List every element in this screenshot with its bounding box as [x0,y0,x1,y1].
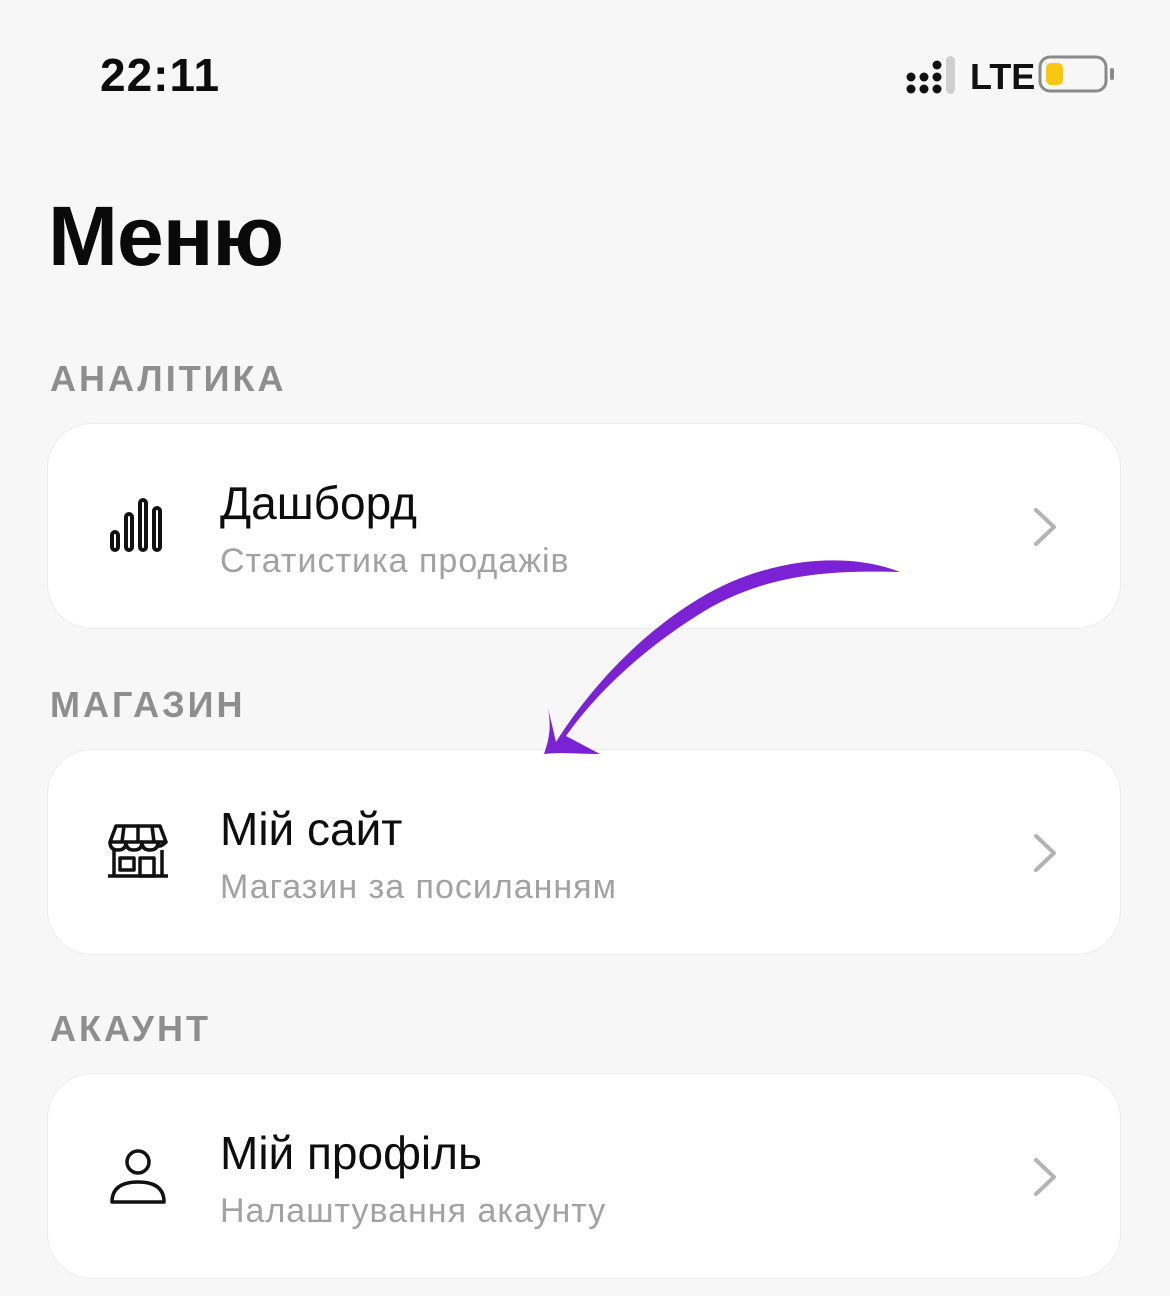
chevron-right-icon [1034,508,1056,546]
menu-item-my-profile[interactable]: Мій профіль Налаштування акаунту [48,1074,1120,1278]
section-header-account: АКАУНТ [50,1008,211,1049]
chevron-right-icon [1034,834,1056,872]
section-header-analytics: АНАЛІТИКА [50,358,287,399]
chevron-right-icon [1034,1158,1056,1196]
menu-item-my-site[interactable]: Мій сайт Магазин за посиланням [48,750,1120,954]
battery-icon [1038,55,1114,93]
menu-item-subtitle: Статистика продажів [220,542,570,580]
menu-item-subtitle: Налаштування акаунту [220,1192,607,1230]
menu-item-subtitle: Магазин за посиланням [220,868,617,906]
menu-item-title: Дашборд [220,477,417,529]
user-icon [110,1149,166,1204]
bar-chart-icon [110,498,162,552]
menu-item-title: Мій сайт [220,803,403,855]
network-label: LTE [970,56,1036,97]
menu-item-title: Мій профіль [220,1127,482,1179]
signal-icon [906,56,955,94]
status-time: 22:11 [100,49,221,101]
status-bar: 22:11 LTE [0,0,1170,140]
page-title: Меню [48,189,284,283]
storefront-icon [108,824,168,878]
menu-item-dashboard[interactable]: Дашборд Статистика продажів [48,424,1120,628]
section-header-shop: МАГАЗИН [50,684,246,725]
